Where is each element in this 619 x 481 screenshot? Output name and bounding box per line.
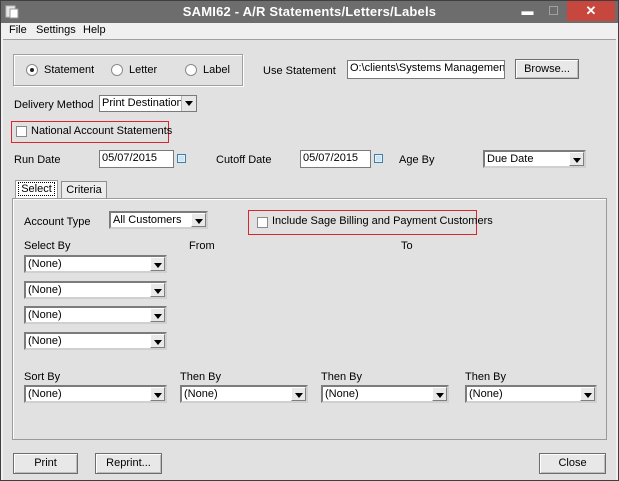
tab-criteria-label: Criteria [66,184,102,196]
browse-button[interactable]: Browse... [515,59,579,79]
then-by-1-select[interactable]: (None) [180,385,308,403]
chevron-down-icon[interactable] [150,257,165,271]
maximize-button[interactable]: ☐ [541,1,566,21]
sort-by-label: Sort By [24,371,61,383]
select-by-2-value: (None) [28,284,62,296]
to-label: To [401,240,413,252]
account-type-value: All Customers [113,214,182,226]
select-by-4-value: (None) [28,335,62,347]
tab-criteria[interactable]: Criteria [61,181,107,199]
menu-bar: File Settings Help [1,23,618,39]
cutoff-date-input[interactable]: 05/07/2015 [300,150,371,168]
close-button[interactable]: Close [539,453,606,474]
select-by-label: Select By [24,240,71,252]
cutoff-date-label: Cutoff Date [216,154,272,166]
run-date-input[interactable]: 05/07/2015 [99,150,174,168]
chevron-down-icon[interactable] [150,334,165,348]
radio-letter[interactable]: Letter [111,64,157,76]
radio-statement-label: Statement [44,64,95,76]
tab-select-label: Select [18,182,55,196]
sort-by-select[interactable]: (None) [24,385,167,403]
tab-select[interactable]: Select [15,180,58,199]
use-statement-input[interactable]: O:\clients\Systems Management\ [347,60,505,79]
title-bar: SAMI62 - A/R Statements/Letters/Labels ▬… [1,1,618,23]
delivery-method-value: Print Destination [102,97,183,109]
then-by-2-label: Then By [321,371,362,383]
radio-statement[interactable]: Statement [26,64,94,76]
sort-by-value: (None) [28,388,62,400]
select-tab-panel: Account Type All Customers Include Sage … [12,198,607,440]
then-by-1-value: (None) [184,388,218,400]
age-by-label: Age By [399,154,435,166]
sage-billing-label: Include Sage Billing and Payment Custome… [272,215,493,227]
radio-label[interactable]: Label [185,64,230,76]
national-account-label: National Account Statements [31,125,173,137]
radio-label-indicator [185,64,197,76]
age-by-select[interactable]: Due Date [483,150,586,168]
chevron-down-icon[interactable] [291,387,306,401]
chevron-down-icon[interactable] [432,387,447,401]
delivery-method-select[interactable]: Print Destination [99,95,197,112]
main-window: SAMI62 - A/R Statements/Letters/Labels ▬… [0,0,619,481]
chevron-down-icon[interactable] [580,387,595,401]
select-by-2[interactable]: (None) [24,281,167,299]
select-by-4[interactable]: (None) [24,332,167,350]
account-type-label: Account Type [24,216,91,228]
form-client-area: Statement Letter Label Use Statement O:\… [3,39,616,480]
use-statement-label: Use Statement [263,65,336,77]
delivery-method-label: Delivery Method [14,99,94,111]
then-by-2-value: (None) [325,388,359,400]
output-type-group: Statement Letter Label [13,54,243,86]
reprint-button[interactable]: Reprint... [95,453,162,474]
run-date-label: Run Date [14,154,61,166]
then-by-3-label: Then By [465,371,506,383]
calendar-icon[interactable] [374,154,383,163]
calendar-icon[interactable] [177,154,186,163]
radio-letter-indicator [111,64,123,76]
minimize-button[interactable]: ▬ [515,1,540,21]
sage-billing-checkbox[interactable] [257,217,268,228]
chevron-down-icon[interactable] [150,387,165,401]
menu-settings[interactable]: Settings [36,24,76,36]
select-by-3-value: (None) [28,309,62,321]
then-by-1-label: Then By [180,371,221,383]
account-type-select[interactable]: All Customers [109,211,208,229]
radio-statement-indicator [26,64,38,76]
chevron-down-icon[interactable] [181,96,196,111]
close-window-button[interactable]: ✕ [567,1,615,21]
select-by-1-value: (None) [28,258,62,270]
menu-file[interactable]: File [9,24,27,36]
select-by-3[interactable]: (None) [24,306,167,324]
chevron-down-icon[interactable] [191,213,206,227]
menu-help[interactable]: Help [83,24,106,36]
print-button[interactable]: Print [13,453,78,474]
then-by-3-select[interactable]: (None) [465,385,597,403]
chevron-down-icon[interactable] [569,152,584,166]
chevron-down-icon[interactable] [150,283,165,297]
then-by-3-value: (None) [469,388,503,400]
national-account-checkbox[interactable] [16,126,27,137]
radio-label-label: Label [203,64,230,76]
age-by-value: Due Date [487,153,534,165]
select-by-1[interactable]: (None) [24,255,167,273]
chevron-down-icon[interactable] [150,308,165,322]
from-label: From [189,240,215,252]
radio-letter-label: Letter [129,64,158,76]
then-by-2-select[interactable]: (None) [321,385,449,403]
